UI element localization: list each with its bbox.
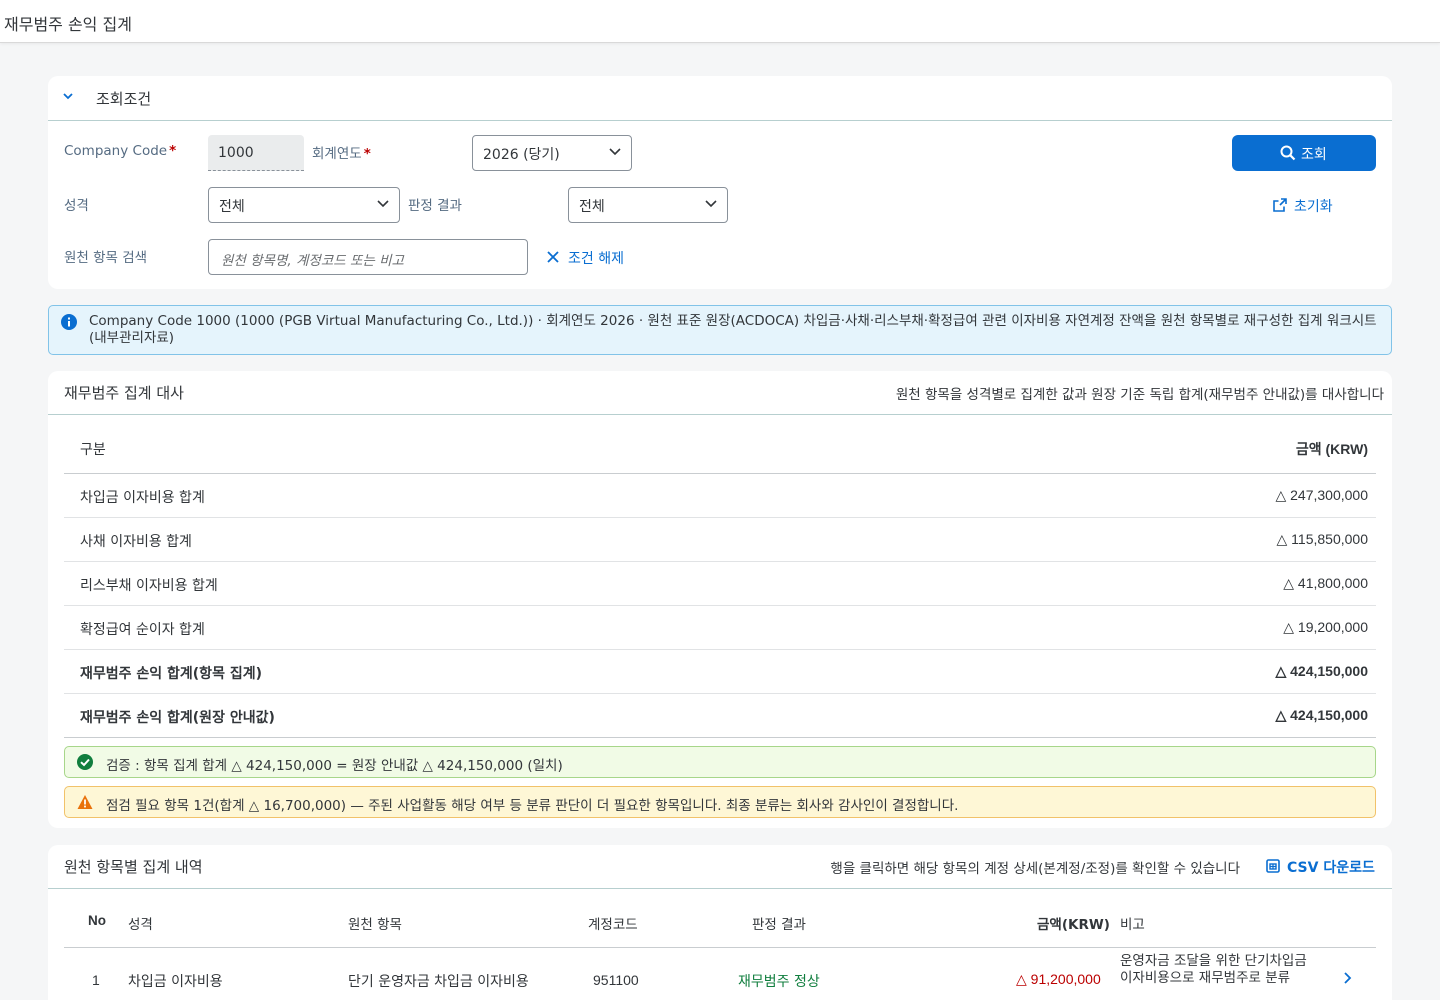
column-header-item: 원천 항목 xyxy=(348,917,402,933)
spreadsheet-icon xyxy=(1266,859,1280,873)
info-icon xyxy=(61,314,77,330)
column-header-account: 계정코드 xyxy=(588,917,638,933)
column-header-nature: 성격 xyxy=(128,917,153,933)
nature-select[interactable]: 전체 xyxy=(208,187,400,223)
detail-panel: 원천 항목별 집계 내역 행을 클릭하면 해당 항목의 계정 상세(본계정/조정… xyxy=(48,845,1392,1000)
table-row: 사채 이자비용 합계 △ 115,850,000 xyxy=(64,518,1376,562)
column-header-category: 구분 xyxy=(80,442,106,458)
table-row[interactable]: 1 차입금 이자비용 단기 운영자금 차입금 이자비용 951100 재무범주 … xyxy=(64,948,1376,1000)
column-header-remark: 비고 xyxy=(1120,917,1145,933)
table-row-total: 재무범주 손익 합계(원장 안내값) △ 424,150,000 xyxy=(64,694,1376,738)
table-row: 리스부채 이자비용 합계 △ 41,800,000 xyxy=(64,562,1376,606)
judgment-label: 판정 결과 xyxy=(408,198,462,214)
chevron-down-icon xyxy=(377,200,389,208)
fiscal-year-select[interactable]: 2026 (당기) xyxy=(472,135,632,171)
search-button[interactable]: 조회 xyxy=(1232,135,1376,171)
search-icon xyxy=(1280,145,1296,161)
table-row: 확정급여 순이자 합계 △ 19,200,000 xyxy=(64,606,1376,650)
info-text: Company Code 1000 (1000 (PGB Virtual Man… xyxy=(89,313,1377,346)
success-icon xyxy=(77,754,93,770)
reset-icon xyxy=(1273,198,1287,212)
search-input[interactable]: 원천 항목명, 계정코드 또는 비고 xyxy=(208,239,528,275)
search-label: 원천 항목 검색 xyxy=(64,250,148,266)
summary-title: 재무범주 집계 대사 xyxy=(64,384,184,402)
close-icon xyxy=(547,251,559,263)
table-row: 차입금 이자비용 합계 △ 247,300,000 xyxy=(64,474,1376,518)
company-code-label: Company Code * xyxy=(64,143,177,159)
validation-success-message: 검증 : 항목 집계 합계 △ 424,150,000 = 원장 안내값 △ 4… xyxy=(64,746,1376,778)
app-title: 재무범주 손익 집계 xyxy=(4,15,132,34)
summary-note: 원천 항목을 성격별로 집계한 값과 원장 기준 독립 합계(재무범주 안내값)… xyxy=(895,387,1384,403)
table-row-total: 재무범주 손익 합계(항목 집계) △ 424,150,000 xyxy=(64,650,1376,694)
nature-label: 성격 xyxy=(64,198,89,214)
fiscal-year-label: 회계연도 * xyxy=(312,146,371,162)
chevron-down-icon xyxy=(609,148,621,156)
divider xyxy=(48,120,1392,121)
column-header-judgment: 판정 결과 xyxy=(752,917,806,933)
judgment-select[interactable]: 전체 xyxy=(568,187,728,223)
divider xyxy=(48,888,1392,889)
shell-bar: 재무범주 손익 집계 xyxy=(0,0,1440,43)
filter-panel: 조회조건 Company Code * 1000 회계연도 * 2026 (당기) … xyxy=(48,76,1392,289)
column-header-amount: 금액(KRW) xyxy=(1037,917,1110,933)
column-header-no: No xyxy=(88,913,106,928)
chevron-down-icon[interactable] xyxy=(62,90,74,102)
review-warning-message: 점검 필요 항목 1건(합계 △ 16,700,000) — 주된 사업활동 해… xyxy=(64,786,1376,818)
detail-note: 행을 클릭하면 해당 항목의 계정 상세(본계정/조정)를 확인할 수 있습니다 xyxy=(830,861,1240,877)
summary-panel: 재무범주 집계 대사 원천 항목을 성격별로 집계한 값과 원장 기준 독립 합… xyxy=(48,371,1392,828)
detail-title: 원천 항목별 집계 내역 xyxy=(64,858,203,876)
info-message-strip: Company Code 1000 (1000 (PGB Virtual Man… xyxy=(48,305,1392,355)
warning-icon xyxy=(77,795,93,809)
chevron-down-icon xyxy=(705,200,717,208)
company-code-field: 1000 xyxy=(208,135,304,171)
filter-title[interactable]: 조회조건 xyxy=(96,88,151,109)
status-badge: 재무범주 정상 xyxy=(738,974,820,990)
summary-table-header: 구분 금액 (KRW) xyxy=(64,414,1376,474)
column-header-amount: 금액 (KRW) xyxy=(1295,441,1368,457)
chevron-right-icon[interactable] xyxy=(1344,972,1352,984)
